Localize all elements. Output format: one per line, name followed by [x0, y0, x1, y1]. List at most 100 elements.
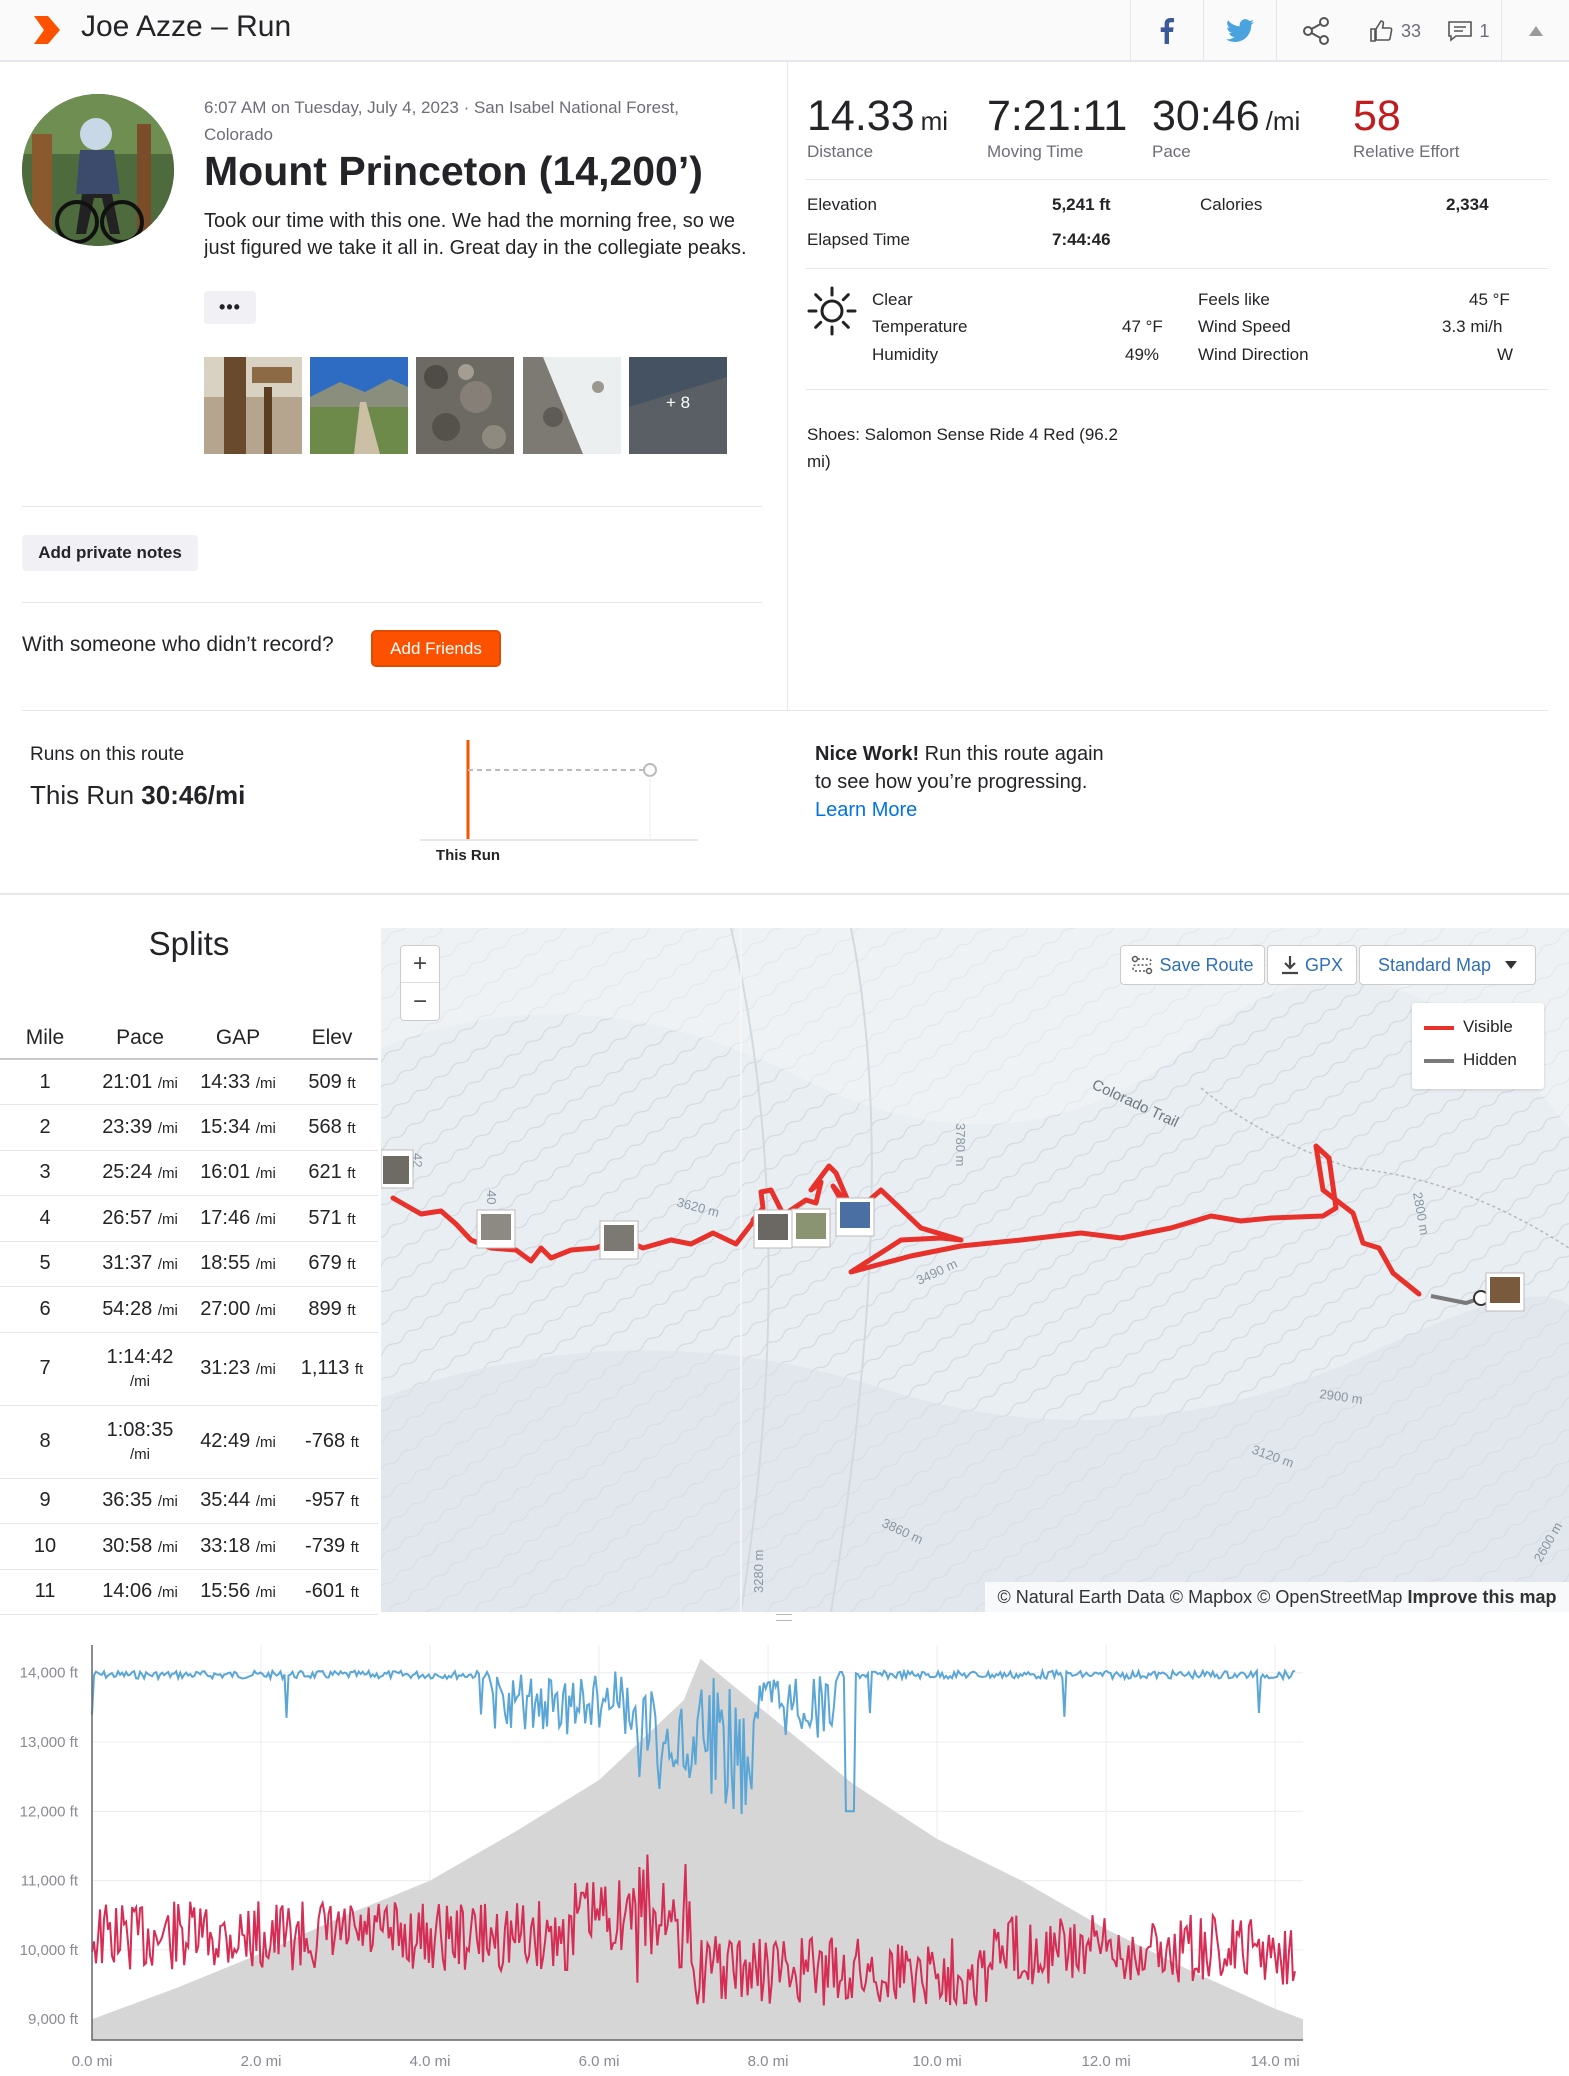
- split-elev-unit: ft: [347, 1301, 356, 1319]
- route-map[interactable]: Colorado Trail 3620 m 3780 m 3490 m 2900…: [381, 928, 1569, 1612]
- athlete-avatar[interactable]: [22, 94, 174, 246]
- split-pace-unit: /mi: [157, 1493, 178, 1511]
- table-row: 6 54:28 /mi 27:00 /mi 899 ft: [0, 1286, 378, 1333]
- shoes-info: Shoes: Salomon Sense Ride 4 Red (96.2 mi…: [807, 421, 1118, 475]
- x-tick-label: 10.0 mi: [912, 2053, 961, 2070]
- share-twitter-button[interactable]: [1203, 0, 1276, 62]
- split-pace: 23:39 /mi: [90, 1104, 190, 1151]
- meta-date-location: 6:07 AM on Tuesday, July 4, 2023 · San I…: [204, 98, 680, 117]
- twitter-icon: [1226, 19, 1254, 42]
- split-gap: 15:56 /mi: [190, 1569, 286, 1615]
- distance-value: 14.33 mi: [807, 92, 948, 141]
- divider: [806, 268, 1548, 269]
- nice-work-text: to see how you’re progressing.: [815, 771, 1088, 793]
- shoes-line: mi): [807, 452, 831, 471]
- split-elev-unit: ft: [347, 1119, 356, 1137]
- x-tick-label: 2.0 mi: [241, 2053, 282, 2070]
- learn-more-link[interactable]: Learn More: [815, 799, 917, 821]
- photo-thumbnail-more[interactable]: + 8: [629, 357, 727, 454]
- split-gap-unit: /mi: [255, 1301, 276, 1319]
- split-gap-unit: /mi: [255, 1119, 276, 1137]
- col-gap: GAP: [190, 1018, 286, 1060]
- comments-count: 1: [1479, 20, 1490, 41]
- splits-title: Splits: [148, 925, 230, 962]
- split-pace-value: 54:28: [102, 1297, 153, 1320]
- split-pace-unit: /mi: [157, 1119, 178, 1137]
- meta-location-cont: Colorado: [204, 125, 273, 144]
- split-pace: 1:08:35 /mi: [90, 1405, 190, 1479]
- share-button[interactable]: [1276, 0, 1354, 62]
- split-pace-value: 31:37: [102, 1252, 153, 1275]
- activity-page: Joe Azze – Run 33 1 6:07 AM on Tuesday, …: [0, 0, 1569, 2076]
- gpx-download-button[interactable]: GPX: [1267, 945, 1357, 985]
- more-options-button[interactable]: •••: [204, 291, 256, 324]
- split-elev-unit: ft: [350, 1538, 359, 1556]
- comments-button[interactable]: 1: [1436, 0, 1501, 62]
- humidity-label: Humidity: [872, 345, 939, 364]
- share-facebook-button[interactable]: [1130, 0, 1203, 62]
- photo-thumbnail[interactable]: [204, 357, 302, 454]
- resize-handle[interactable]: [776, 1614, 792, 1621]
- split-pace-unit: /mi: [157, 1210, 178, 1228]
- split-gap-value: 14:33: [200, 1070, 251, 1093]
- map-canvas[interactable]: Colorado Trail 3620 m 3780 m 3490 m 2900…: [381, 928, 1569, 1612]
- temperature-value: 47 °F: [1122, 317, 1163, 336]
- split-pace-unit: /mi: [157, 1301, 178, 1319]
- split-elev-unit: ft: [350, 1434, 359, 1451]
- nice-work-bold: Nice Work!: [815, 743, 920, 765]
- route-run-prefix: This Run: [30, 780, 135, 810]
- improve-map-link[interactable]: Improve this map: [1407, 1587, 1556, 1608]
- split-pace: 36:35 /mi: [90, 1478, 190, 1524]
- split-gap-value: 42:49: [200, 1430, 251, 1452]
- split-elev-value: -739: [305, 1534, 346, 1557]
- split-elev-value: 1,113: [300, 1357, 350, 1379]
- legend-hidden-swatch: [1424, 1059, 1454, 1063]
- split-mile: 1: [0, 1059, 90, 1105]
- col-pace: Pace: [90, 1018, 190, 1060]
- split-gap: 31:23 /mi: [190, 1332, 286, 1406]
- split-elev: 899 ft: [286, 1286, 378, 1333]
- divider: [22, 710, 1548, 711]
- calories-label: Calories: [1200, 195, 1263, 214]
- elevation-chart[interactable]: 9,000 ft 10,000 ft 11,000 ft 12,000 ft 13,00…: [0, 1625, 1569, 2076]
- comment-icon: [1448, 21, 1473, 42]
- split-pace: 25:24 /mi: [90, 1150, 190, 1196]
- zoom-in-button[interactable]: +: [401, 946, 439, 984]
- split-gap-value: 18:55: [200, 1252, 251, 1275]
- split-pace: 26:57 /mi: [90, 1195, 190, 1242]
- strava-chevron-icon: [34, 16, 60, 44]
- split-elev-value: -768: [305, 1430, 346, 1452]
- split-gap: 15:34 /mi: [190, 1104, 286, 1151]
- split-gap-unit: /mi: [255, 1361, 276, 1378]
- x-tick-label: 14.0 mi: [1251, 2053, 1300, 2070]
- split-pace-unit: /mi: [157, 1584, 178, 1602]
- split-gap-value: 33:18: [200, 1534, 251, 1557]
- map-style-label: Standard Map: [1377, 954, 1492, 975]
- add-private-notes-button[interactable]: Add private notes: [22, 535, 198, 571]
- photo-thumbnail[interactable]: [523, 357, 621, 454]
- split-mile: 8: [0, 1405, 90, 1479]
- add-friends-button[interactable]: Add Friends: [371, 630, 501, 667]
- split-elev-value: 509: [308, 1070, 342, 1093]
- map-style-dropdown[interactable]: Standard Map: [1359, 945, 1536, 985]
- photo-thumbnail[interactable]: [416, 357, 514, 454]
- split-elev-value: -957: [305, 1489, 346, 1512]
- download-icon: [1281, 956, 1298, 975]
- wind-speed-label: Wind Speed: [1198, 317, 1291, 336]
- splits-header-row: Mile Pace GAP Elev: [0, 1018, 378, 1060]
- split-gap-value: 16:01: [200, 1161, 251, 1184]
- split-elev: 621 ft: [286, 1150, 378, 1196]
- photo-thumbnail[interactable]: [310, 357, 408, 454]
- zoom-out-button[interactable]: −: [401, 983, 439, 1020]
- map-credit-text[interactable]: © Natural Earth Data © Mapbox © OpenStre…: [997, 1587, 1402, 1608]
- section-divider: [0, 893, 1569, 895]
- kudos-button[interactable]: 33: [1354, 0, 1436, 62]
- split-pace: 54:28 /mi: [90, 1286, 190, 1333]
- save-route-button[interactable]: Save Route: [1120, 945, 1265, 985]
- relative-effort-value[interactable]: 58: [1353, 92, 1401, 141]
- with-someone-text: With someone who didn’t record?: [22, 633, 334, 656]
- collapse-button[interactable]: [1501, 0, 1569, 62]
- splits-table: Mile Pace GAP Elev 1 21:01 /mi 14:33 /mi 50…: [0, 1018, 378, 1615]
- split-pace-unit: /mi: [130, 1445, 150, 1463]
- split-pace: 21:01 /mi: [90, 1059, 190, 1105]
